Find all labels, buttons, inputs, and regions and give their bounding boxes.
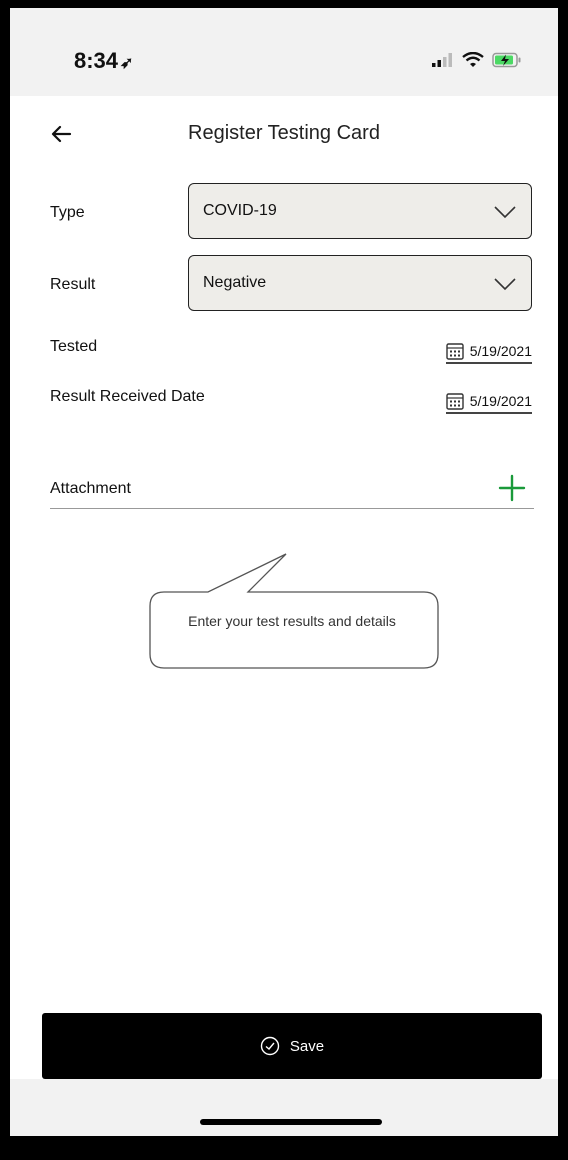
wifi-icon [462,52,484,67]
save-button[interactable]: Save [42,1013,542,1079]
check-circle-icon [260,1036,280,1056]
page-title: Register Testing Card [188,122,380,144]
tested-label: Tested [50,338,98,355]
type-select[interactable]: COVID-19 [188,183,532,239]
save-label: Save [289,1037,325,1055]
attachment-label: Attachment [50,480,131,497]
type-select-value: COVID-19 [203,202,277,219]
phone-screen: 8:34 ➶ Register Testing Card Type COVID-… [10,8,558,1136]
result-select-value: Negative [203,274,267,291]
tested-date-value: 5/19/2021 [469,343,532,359]
app-header: Register Testing Card [10,96,558,176]
result-received-date-value: 5/19/2021 [469,393,532,409]
calendar-icon [446,343,464,360]
location-arrow-icon: ➶ [120,55,134,72]
chevron-down-icon [494,278,516,291]
result-select[interactable]: Negative [188,255,532,311]
tooltip-bubble: Enter your test results and details [140,550,450,682]
type-label: Type [50,204,85,221]
status-bar: 8:34 ➶ [10,8,558,96]
tested-date-field[interactable]: 5/19/2021 [445,342,532,364]
status-time: 8:34 ➶ [74,48,133,74]
result-received-date-field[interactable]: 5/19/2021 [445,392,532,414]
attachment-divider [50,508,534,509]
result-label: Result [50,276,96,293]
cellular-signal-icon [432,53,452,67]
home-indicator[interactable] [200,1119,382,1125]
result-received-label: Result Received Date [50,388,205,405]
status-time-text: 8:34 [74,48,119,73]
status-icons [432,52,522,68]
plus-icon[interactable] [498,474,526,502]
tooltip-text: Enter your test results and details [188,613,396,629]
calendar-icon [446,393,464,410]
battery-charging-icon [492,52,521,68]
chevron-down-icon [494,206,516,219]
home-indicator-area [10,1079,558,1136]
